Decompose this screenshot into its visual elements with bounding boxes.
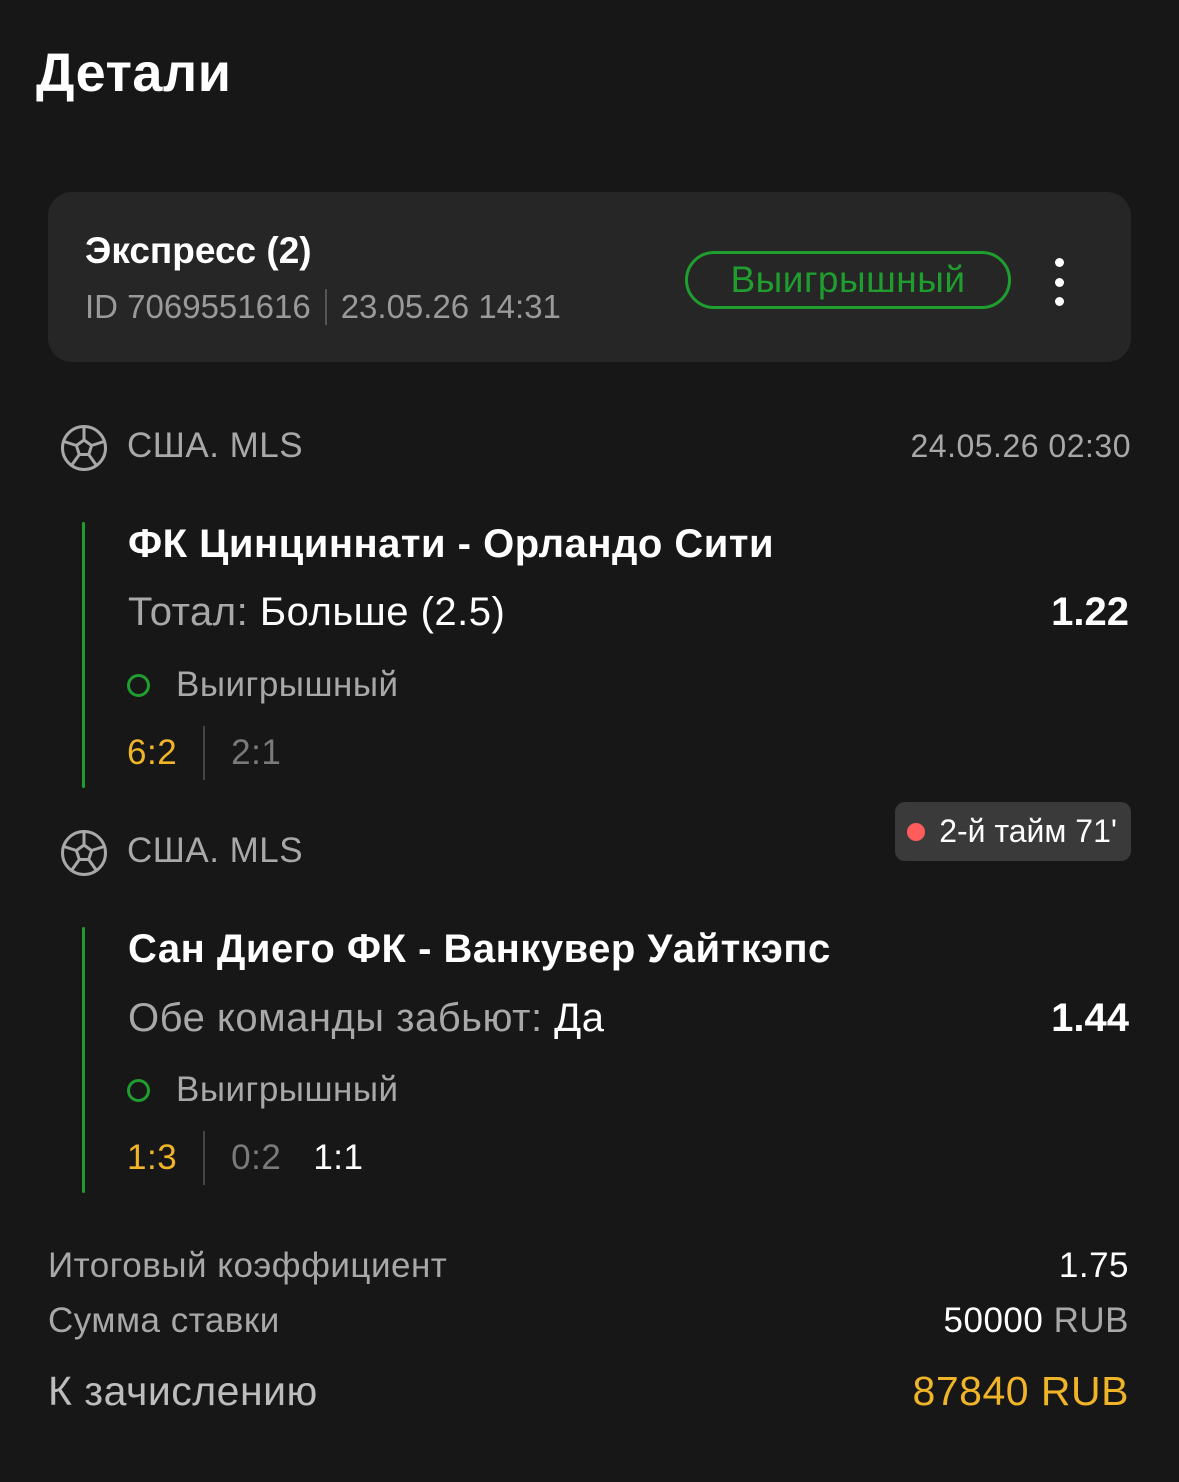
meta-divider: [324, 289, 327, 325]
stake-label: Сумма ставки: [48, 1301, 280, 1340]
bet-status-badge: Выигрышный: [685, 251, 1011, 309]
more-vertical-icon[interactable]: [1042, 258, 1076, 306]
stake-row: Сумма ставки 50000 RUB: [48, 1301, 1129, 1345]
half-time-score: 0:2: [231, 1138, 282, 1177]
stake-value: 50000 RUB: [944, 1301, 1129, 1341]
half-time-score: 2:1: [231, 733, 282, 772]
market-pick: Да: [554, 996, 605, 1040]
total-odds-label: Итоговый коэффициент: [48, 1246, 448, 1285]
soccer-ball-icon: [61, 830, 107, 876]
live-status-label: 2-й тайм 71': [939, 813, 1117, 849]
event-2-league-row: США. MLS 2-й тайм 71': [60, 802, 1131, 877]
score-row: 6:2 2:1: [127, 726, 281, 780]
selection-odds: 1.44: [1051, 996, 1129, 1040]
final-score: 6:2: [127, 733, 178, 772]
selection-status: Выигрышный: [127, 1070, 399, 1110]
bet-header-card: Экспресс (2) ID 7069551616 23.05.26 14:3…: [48, 192, 1131, 362]
current-score: 1:3: [127, 1138, 178, 1177]
payout-value: 87840 RUB: [912, 1368, 1129, 1414]
stake-amount: 50000: [943, 1301, 1044, 1340]
bet-details-screen: Детали Экспресс (2) ID 7069551616 23.05.…: [0, 0, 1179, 1482]
selection-odds: 1.22: [1051, 590, 1129, 634]
score-row: 1:3 0:2 1:1: [127, 1131, 363, 1185]
league-name: США. MLS: [127, 831, 304, 870]
live-dot-icon: [907, 822, 926, 841]
market-line: Тотал: Больше (2.5): [128, 590, 505, 635]
event-1-league-row: США. MLS 24.05.26 02:30: [60, 422, 1131, 472]
selection-status-bar: [82, 522, 85, 788]
league-name: США. MLS: [127, 426, 304, 465]
market-label: Обе команды забьют:: [128, 996, 555, 1040]
win-ring-icon: [127, 673, 150, 697]
selection-status: Выигрышный: [127, 665, 399, 705]
payout-row: К зачислению 87840 RUB: [48, 1368, 1129, 1420]
win-ring-icon: [127, 1078, 150, 1102]
soccer-ball-icon: [61, 425, 107, 471]
event-start-time: 24.05.26 02:30: [910, 428, 1131, 464]
total-odds-row: Итоговый коэффициент 1.75: [48, 1246, 1129, 1290]
score-divider: [203, 1131, 206, 1185]
selection-status-label: Выигрышный: [176, 665, 399, 704]
total-odds-value: 1.75: [1058, 1246, 1129, 1285]
market-line: Обе команды забьют: Да: [128, 996, 605, 1041]
payout-label: К зачислению: [48, 1368, 318, 1414]
match-title[interactable]: Сан Диего ФК - Ванкувер Уайткэпс: [128, 927, 831, 972]
market-label: Тотал:: [128, 590, 260, 634]
stake-currency: RUB: [1053, 1301, 1129, 1340]
bet-type-title: Экспресс (2): [85, 230, 312, 271]
live-status-badge: 2-й тайм 71': [895, 802, 1131, 861]
match-title[interactable]: ФК Цинциннати - Орландо Сити: [128, 522, 774, 567]
bet-datetime: 23.05.26 14:31: [340, 288, 561, 325]
page-title: Детали: [36, 43, 232, 103]
selection-status-label: Выигрышный: [176, 1070, 399, 1109]
second-half-score: 1:1: [313, 1138, 364, 1177]
selection-status-bar: [82, 927, 85, 1193]
bet-id: ID 7069551616: [85, 288, 311, 325]
score-divider: [203, 726, 206, 780]
market-pick: Больше (2.5): [259, 590, 506, 634]
bet-meta: ID 7069551616 23.05.26 14:31: [85, 288, 561, 326]
